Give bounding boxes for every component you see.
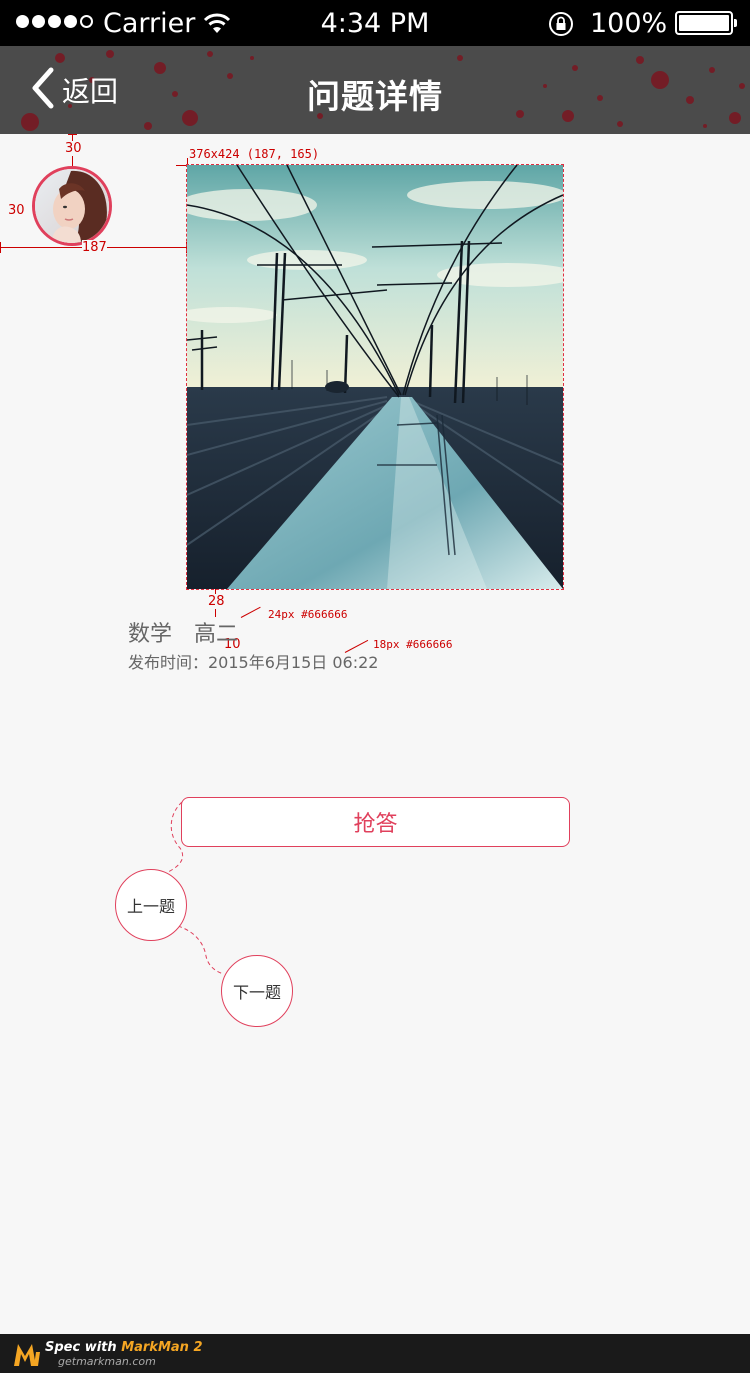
- spec-subject-font: 24px #666666: [268, 608, 348, 621]
- question-image[interactable]: [177, 164, 577, 590]
- spec-photo-gap: 28: [208, 594, 225, 609]
- previous-question-button[interactable]: 上一题: [115, 869, 187, 941]
- markman-logo-icon: [12, 1340, 42, 1372]
- spec-publish-font: 18px #666666: [373, 638, 453, 651]
- subject-label: 数学: [128, 622, 173, 647]
- spec-arrow: [240, 606, 261, 618]
- spec-line: [187, 158, 188, 165]
- page-title: 问题详情: [307, 77, 443, 116]
- spec-avatar-left: 30: [8, 203, 25, 218]
- spec-line: [68, 134, 77, 135]
- publish-time: 发布时间：2015年6月15日 06:22: [128, 653, 379, 672]
- markman-brand: Spec with MarkMan 2: [45, 1340, 203, 1355]
- avatar-photo: [35, 169, 109, 243]
- railway-photo: [177, 164, 577, 589]
- avatar[interactable]: [32, 166, 112, 246]
- next-question-button[interactable]: 下一题: [221, 955, 293, 1027]
- spec-avatar-top: 30: [65, 141, 82, 156]
- navigation-bar: 返回 问题详情: [0, 46, 750, 134]
- spec-photo-left: 187: [82, 240, 107, 255]
- markman-footer: Spec with MarkMan 2 getmarkman.com: [0, 1334, 750, 1373]
- spec-photo-size: 376x424 (187, 165): [189, 147, 320, 161]
- markman-site: getmarkman.com: [58, 1355, 156, 1368]
- grab-answer-button[interactable]: 抢答: [181, 797, 570, 847]
- subject-grade: 数学 高二: [128, 616, 238, 648]
- spec-line: [0, 242, 1, 253]
- battery-percent: 100%: [590, 8, 668, 39]
- grade-label: 高二: [194, 622, 239, 647]
- battery-icon: [675, 11, 737, 35]
- status-bar: Carrier 4:34 PM 100%: [0, 0, 750, 46]
- spec-line: [176, 165, 187, 166]
- rotation-lock-icon: [548, 11, 574, 41]
